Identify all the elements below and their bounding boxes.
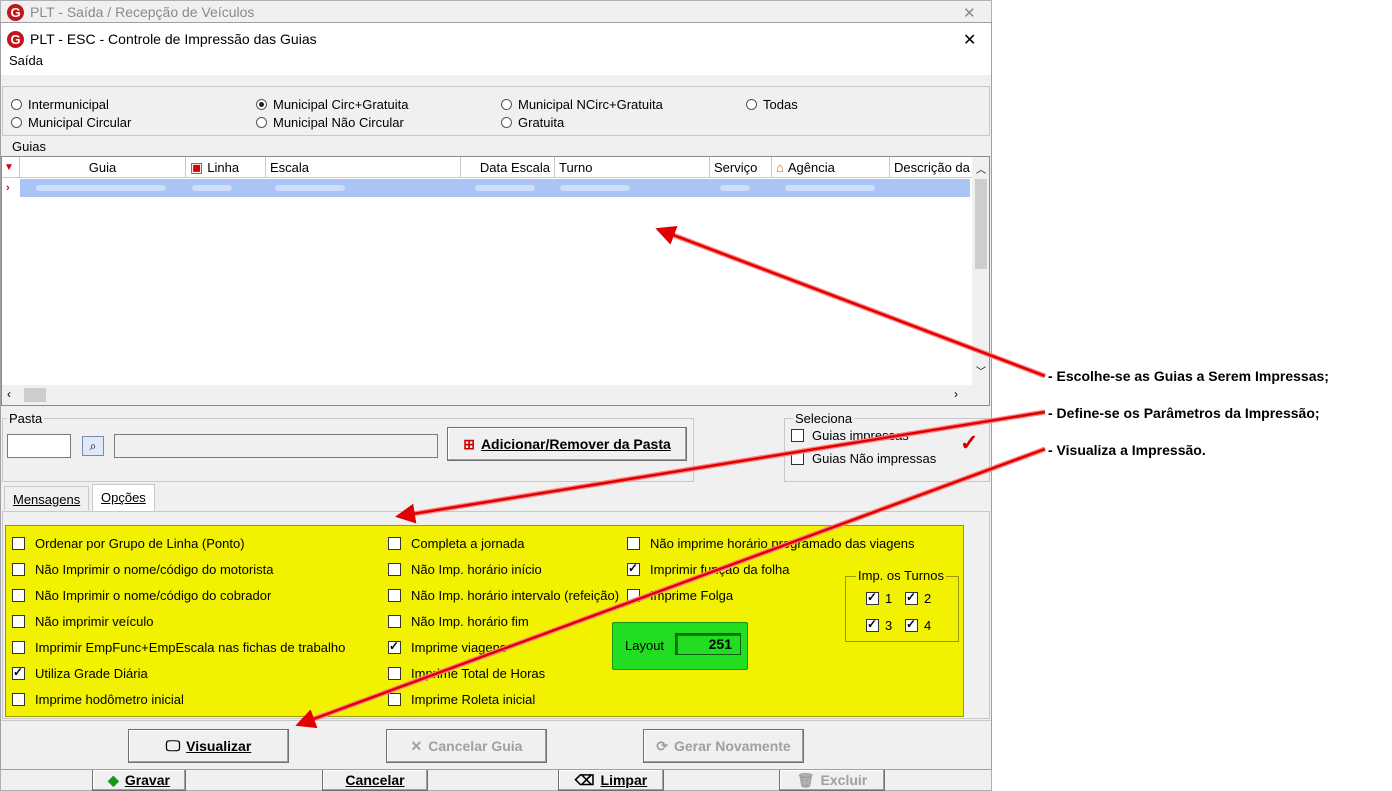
arrow-to-options bbox=[395, 409, 1046, 524]
annotation-visualiza: - Visualiza a Impressão. bbox=[1048, 442, 1206, 458]
arrow-to-grid bbox=[655, 225, 1046, 379]
annotation-escolhe-guias: - Escolhe-se as Guias a Serem Impressas; bbox=[1048, 368, 1329, 384]
annotation-arrows bbox=[295, 225, 1046, 729]
arrow-to-visualizar bbox=[295, 446, 1046, 729]
annotation-define-parametros: - Define-se os Parâmetros da Impressão; bbox=[1048, 405, 1320, 421]
